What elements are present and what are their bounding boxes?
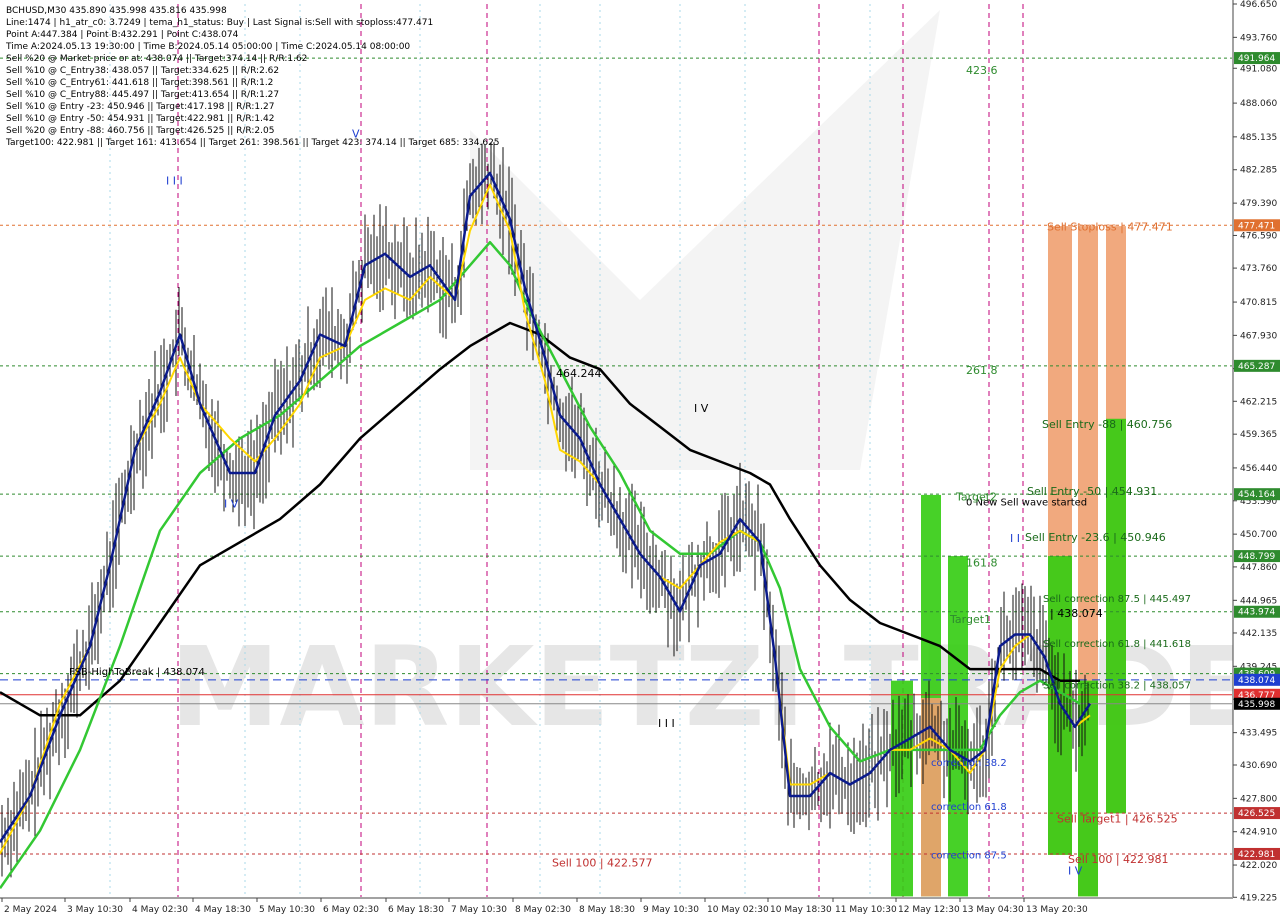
chart-annotation: 161.8 [966,556,998,569]
price-tick-label: 419.225 [1240,893,1277,903]
chart-annotation: 261.8 [966,364,998,377]
chart-annotation: Sell 100 | 422.577 [552,856,653,869]
price-tick-label: 485.135 [1240,133,1277,143]
price-flag-label: 454.164 [1238,490,1275,500]
chart-annotation: FSB-HighToBreak | 438.074 [69,667,205,678]
chart-annotation: | 438.074 [1050,607,1103,620]
target-box [1106,418,1126,814]
price-tick-label: 488.060 [1240,99,1277,109]
date-tick-label: 10 May 18:30 [770,905,832,915]
price-tick-label: 467.930 [1240,331,1277,341]
chart-annotation: Sell Target1 | 426.525 [1057,813,1178,826]
chart-annotation: I I I [166,175,183,188]
date-axis-layer: 2 May 2024 3 May 10:30 4 May 02:30 4 May 18… [0,897,1233,920]
chart-annotation: 464.244 [556,367,602,380]
chart-annotation: Sell correction 61.8 | 441.618 [1043,639,1191,650]
chart-annotation: Sell Stoploss | 477.471 [1047,221,1173,234]
chart-annotation: correction 61.8 [931,802,1007,813]
chart-annotation: V [352,127,360,140]
date-tick-label: 5 May 10:30 [259,905,315,915]
price-tick-label: 433.495 [1240,729,1277,739]
date-tick-label: 7 May 10:30 [451,905,507,915]
date-tick-label: 8 May 18:30 [579,905,635,915]
chart-annotation: I I I [658,717,675,730]
chart-annotation: Target2 [955,491,997,504]
chart-annotation: I V [694,402,709,415]
date-tick-label: 4 May 02:30 [132,905,188,915]
price-tick-label: 430.690 [1240,761,1277,771]
date-tick-label: 2 May 2024 [4,905,57,915]
price-axis-layer: 496.650 493.760 491.080 488.060 485.135 482.2… [1232,0,1280,920]
date-tick-label: 11 May 10:30 [835,905,897,915]
price-tick-label: 450.700 [1240,530,1277,540]
chart-annotation: correction 87.5 [931,850,1007,861]
date-tick-label: 3 May 10:30 [67,905,123,915]
chart-annotation: Sell correction 38.2 | 438.057 [1043,681,1191,692]
date-tick-label: 6 May 02:30 [323,905,379,915]
price-tick-label: 493.760 [1240,33,1277,43]
price-tick-label: 427.800 [1240,794,1277,804]
price-tick-label: 422.020 [1240,861,1277,871]
price-flag-label: 438.074 [1238,676,1275,686]
price-flag-label: 491.964 [1238,54,1275,64]
price-tick-label: 459.365 [1240,430,1277,440]
chart-annotation: correction 38.2 [931,758,1007,769]
date-tick-label: 4 May 18:30 [195,905,251,915]
date-tick-label: 6 May 18:30 [388,905,444,915]
price-tick-label: 447.860 [1240,563,1277,573]
chart-annotation: I V [1068,865,1083,878]
chart-annotation: I I [1010,532,1020,545]
chart-annotation: I V [224,498,239,511]
chart-annotation: Sell 100 | 422.981 [1068,853,1169,866]
price-tick-label: 491.080 [1240,64,1277,74]
price-flag-label: 477.471 [1238,221,1275,231]
price-tick-label: 482.285 [1240,166,1277,176]
price-tick-label: 444.965 [1240,596,1277,606]
price-tick-label: 442.135 [1240,629,1277,639]
price-flag-label: 422.981 [1238,850,1275,860]
chart-annotation: 423.6 [966,64,998,77]
date-tick-label: 9 May 10:30 [643,905,699,915]
price-flag-label: 448.799 [1238,552,1275,562]
price-tick-label: 496.650 [1240,0,1277,10]
price-tick-label: 462.215 [1240,397,1277,407]
date-tick-label: 13 May 04:30 [962,905,1024,915]
price-tick-label: 479.390 [1240,199,1277,209]
price-flag-label: 465.287 [1238,362,1275,372]
chart-annotation: Sell Entry -50 | 454.931 [1027,485,1157,498]
chart-window: MARKETZI TRADE Sell Stoploss | 477.471 Se… [0,0,1280,920]
price-flag-label: 435.998 [1238,700,1275,710]
price-tick-label: 424.910 [1240,828,1277,838]
date-tick-label: 12 May 12:30 [898,905,960,915]
date-tick-label: 10 May 02:30 [707,905,769,915]
chart-annotation: Sell correction 87.5 | 445.497 [1043,594,1191,605]
price-tick-label: 456.440 [1240,464,1277,474]
price-flag-label: 443.974 [1238,608,1275,618]
date-tick-label: 8 May 02:30 [515,905,571,915]
price-chart: MARKETZI TRADE Sell Stoploss | 477.471Se… [0,0,1280,920]
chart-annotation: Sell Entry -88 | 460.756 [1042,418,1172,431]
chart-annotation: Target1 [949,613,991,626]
price-flag-label: 426.525 [1238,809,1275,819]
price-tick-label: 470.815 [1240,298,1277,308]
price-tick-label: 476.590 [1240,231,1277,241]
chart-annotation: Sell Entry -23.6 | 450.946 [1025,531,1166,544]
date-tick-label: 13 May 20:30 [1026,905,1088,915]
price-tick-label: 473.760 [1240,264,1277,274]
